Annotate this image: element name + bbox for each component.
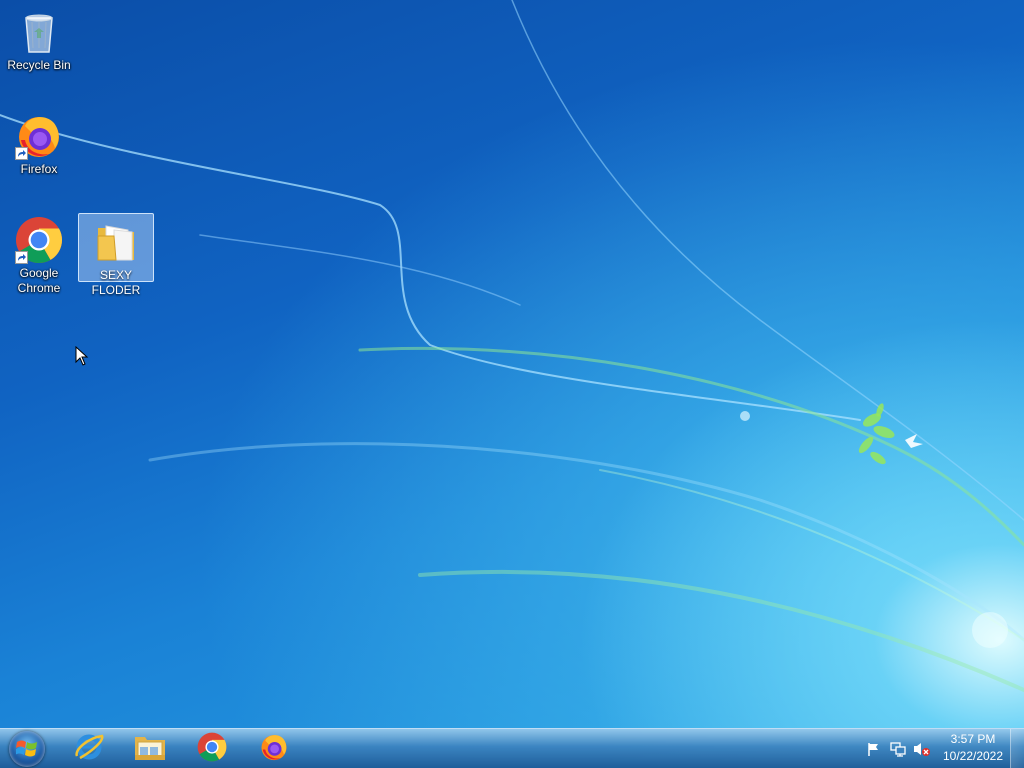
desktop-icon-firefox[interactable]: Firefox [1,108,77,180]
desktop-wallpaper [0,0,1024,692]
mouse-cursor-icon [75,346,89,366]
taskbar-internet-explorer[interactable] [60,730,118,768]
system-tray [864,729,932,768]
network-icon[interactable] [888,739,908,759]
firefox-icon [259,732,289,767]
volume-muted-icon[interactable] [912,739,932,759]
clock-date: 10/22/2022 [942,749,1004,763]
shortcut-arrow-icon [15,147,28,160]
clock-time: 3:57 PM [950,732,996,746]
desktop-icon-sexy-floder[interactable]: SEXY FLODER [78,213,154,297]
desktop-icon-recycle-bin[interactable]: Recycle Bin [1,4,77,76]
desktop-icon-label: Firefox [20,162,58,176]
windows-logo-icon [9,730,45,767]
recycle-bin-icon [15,8,63,56]
taskbar-firefox[interactable] [245,730,303,768]
chrome-icon [197,732,227,767]
folder-icon [92,218,140,266]
show-desktop-button[interactable] [1010,729,1024,768]
desktop-icon-label: Recycle Bin [7,58,71,72]
desktop-icon-label: Google Chrome [17,266,61,295]
taskbar: 3:57 PM 10/22/2022 [0,728,1024,768]
taskbar-google-chrome[interactable] [183,730,241,768]
start-button[interactable] [0,729,54,768]
file-explorer-icon [134,733,166,766]
desktop-icon-google-chrome[interactable]: Google Chrome [1,212,77,300]
action-center-flag-icon[interactable] [864,739,884,759]
taskbar-file-explorer[interactable] [121,730,179,768]
firefox-icon [15,112,63,160]
desktop-icon-label: SEXY FLODER [91,268,141,297]
internet-explorer-icon [74,732,104,767]
taskbar-clock[interactable]: 3:57 PM 10/22/2022 [936,731,1010,765]
shortcut-arrow-icon [15,251,28,264]
chrome-icon [15,216,63,264]
